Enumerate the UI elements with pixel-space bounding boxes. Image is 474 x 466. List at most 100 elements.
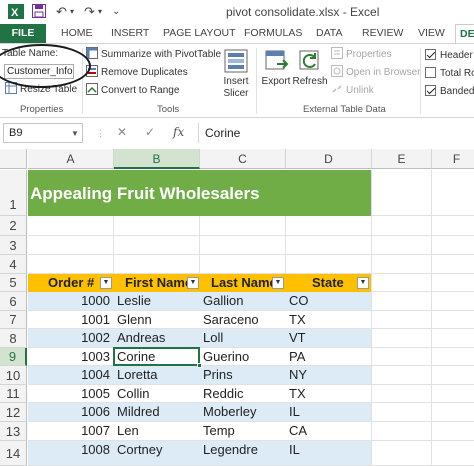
insert-slicer-button[interactable]: Insert Slicer bbox=[219, 48, 253, 100]
export-label: Export bbox=[261, 76, 291, 87]
cell-state[interactable]: CO bbox=[289, 292, 370, 310]
tab-table-design[interactable]: DE bbox=[455, 24, 474, 43]
save-icon[interactable] bbox=[32, 4, 46, 19]
cell-state[interactable]: NY bbox=[289, 366, 370, 384]
cell-state[interactable]: PA bbox=[289, 348, 370, 366]
remove-duplicates-button[interactable]: Remove Duplicates bbox=[86, 65, 188, 80]
cell-state[interactable]: IL bbox=[289, 441, 370, 459]
convert-to-range-icon bbox=[86, 83, 98, 95]
column-header-f[interactable]: F bbox=[432, 149, 474, 169]
cell-first-name[interactable]: Leslie bbox=[117, 292, 199, 310]
row-header-12[interactable]: 12 bbox=[0, 403, 27, 422]
unlink-button[interactable]: Unlink bbox=[331, 83, 374, 98]
active-cell-border bbox=[113, 347, 200, 366]
undo-dropdown-icon[interactable]: ▾ bbox=[70, 4, 74, 19]
cell-order-number[interactable]: 1001 bbox=[28, 311, 110, 329]
tab-data[interactable]: DATA bbox=[316, 24, 342, 43]
select-all-corner[interactable] bbox=[0, 149, 27, 169]
tab-view[interactable]: VIEW bbox=[418, 24, 445, 43]
table-row: 1004 Loretta Prins NY bbox=[28, 366, 371, 384]
enter-icon[interactable]: ✓ bbox=[145, 125, 155, 139]
cell-last-name[interactable]: Saraceno bbox=[203, 311, 285, 329]
cancel-icon[interactable]: ✕ bbox=[117, 125, 127, 139]
cell-last-name[interactable]: Temp bbox=[203, 422, 285, 440]
redo-icon[interactable]: ↷ bbox=[84, 4, 95, 19]
cell-last-name[interactable]: Legendre bbox=[203, 441, 285, 459]
filter-dropdown-icon[interactable]: ▼ bbox=[187, 277, 199, 289]
formula-input[interactable]: Corine bbox=[198, 123, 474, 143]
cell-first-name[interactable]: Loretta bbox=[117, 366, 199, 384]
column-header-b[interactable]: B bbox=[114, 149, 200, 169]
cell-first-name[interactable]: Andreas bbox=[117, 329, 199, 347]
refresh-button[interactable]: Refresh bbox=[292, 48, 328, 87]
row-header-1[interactable]: 1 bbox=[0, 170, 27, 216]
cell-order-number[interactable]: 1004 bbox=[28, 366, 110, 384]
banded-rows-checkbox[interactable]: Banded bbox=[425, 84, 474, 99]
column-header-e[interactable]: E bbox=[372, 149, 432, 169]
customize-qat-icon[interactable]: ⌄ bbox=[112, 4, 120, 19]
header-row-checkbox[interactable]: Header bbox=[425, 48, 473, 63]
cell-order-number[interactable]: 1002 bbox=[28, 329, 110, 347]
row-header-8[interactable]: 8 bbox=[0, 329, 27, 348]
fill-handle[interactable] bbox=[197, 363, 202, 368]
cell-last-name[interactable]: Gallion bbox=[203, 292, 285, 310]
cell-first-name[interactable]: Cortney bbox=[117, 441, 199, 459]
cell-order-number[interactable]: 1006 bbox=[28, 403, 110, 421]
table-row: 1008 Cortney Legendre IL bbox=[28, 441, 371, 465]
row-header-14[interactable]: 14 bbox=[0, 441, 27, 466]
column-header-a[interactable]: A bbox=[28, 149, 114, 169]
column-header-d[interactable]: D bbox=[286, 149, 372, 169]
tab-insert[interactable]: INSERT bbox=[111, 24, 149, 43]
tab-review[interactable]: REVIEW bbox=[362, 24, 403, 43]
row-header-3[interactable]: 3 bbox=[0, 236, 27, 255]
row-header-9[interactable]: 9 bbox=[0, 348, 27, 366]
filter-dropdown-icon[interactable]: ▼ bbox=[272, 277, 284, 289]
cell-state[interactable]: IL bbox=[289, 403, 370, 421]
filter-dropdown-icon[interactable]: ▼ bbox=[100, 277, 112, 289]
summarize-pivottable-button[interactable]: Summarize with PivotTable bbox=[86, 47, 221, 62]
row-header-5[interactable]: 5 bbox=[0, 274, 27, 292]
filter-dropdown-icon[interactable]: ▼ bbox=[357, 277, 369, 289]
svg-text:X: X bbox=[11, 7, 19, 19]
total-row-checkbox[interactable]: Total Ro bbox=[425, 66, 474, 81]
cell-order-number[interactable]: 1008 bbox=[28, 441, 110, 459]
row-header-11[interactable]: 11 bbox=[0, 385, 27, 403]
cell-state[interactable]: TX bbox=[289, 385, 370, 403]
cell-last-name[interactable]: Guerino bbox=[203, 348, 285, 366]
cell-order-number[interactable]: 1000 bbox=[28, 292, 110, 310]
convert-to-range-button[interactable]: Convert to Range bbox=[86, 83, 179, 98]
cell-first-name[interactable]: Glenn bbox=[117, 311, 199, 329]
tab-file[interactable]: FILE bbox=[0, 24, 46, 43]
cell-first-name[interactable]: Collin bbox=[117, 385, 199, 403]
tab-page-layout[interactable]: PAGE LAYOUT bbox=[163, 24, 236, 43]
undo-icon[interactable]: ↶ bbox=[56, 4, 67, 19]
row-header-10[interactable]: 10 bbox=[0, 366, 27, 385]
row-header-13[interactable]: 13 bbox=[0, 422, 27, 441]
cell-last-name[interactable]: Moberley bbox=[203, 403, 285, 421]
cell-state[interactable]: CA bbox=[289, 422, 370, 440]
cell-state[interactable]: VT bbox=[289, 329, 370, 347]
open-in-browser-label: Open in Browser bbox=[346, 67, 421, 78]
cell-first-name[interactable]: Mildred bbox=[117, 403, 199, 421]
cell-state[interactable]: TX bbox=[289, 311, 370, 329]
name-box-dropdown-icon[interactable]: ▼ bbox=[71, 129, 79, 138]
row-header-2[interactable]: 2 bbox=[0, 216, 27, 236]
column-header-c[interactable]: C bbox=[200, 149, 286, 169]
export-button[interactable]: Export bbox=[259, 48, 293, 87]
redo-dropdown-icon[interactable]: ▾ bbox=[98, 4, 102, 19]
cell-last-name[interactable]: Prins bbox=[203, 366, 285, 384]
tab-home[interactable]: HOME bbox=[61, 24, 93, 43]
insert-function-icon[interactable]: fx bbox=[173, 125, 184, 139]
row-header-6[interactable]: 6 bbox=[0, 292, 27, 311]
cell-order-number[interactable]: 1005 bbox=[28, 385, 110, 403]
cell-last-name[interactable]: Loll bbox=[203, 329, 285, 347]
row-header-4[interactable]: 4 bbox=[0, 255, 27, 274]
properties-button[interactable]: Properties bbox=[331, 47, 392, 62]
cell-first-name[interactable]: Len bbox=[117, 422, 199, 440]
open-in-browser-button[interactable]: Open in Browser bbox=[331, 65, 420, 80]
row-header-7[interactable]: 7 bbox=[0, 311, 27, 329]
cell-last-name[interactable]: Reddic bbox=[203, 385, 285, 403]
tab-formulas[interactable]: FORMULAS bbox=[244, 24, 302, 43]
cell-order-number[interactable]: 1007 bbox=[28, 422, 110, 440]
cell-order-number[interactable]: 1003 bbox=[28, 348, 110, 366]
